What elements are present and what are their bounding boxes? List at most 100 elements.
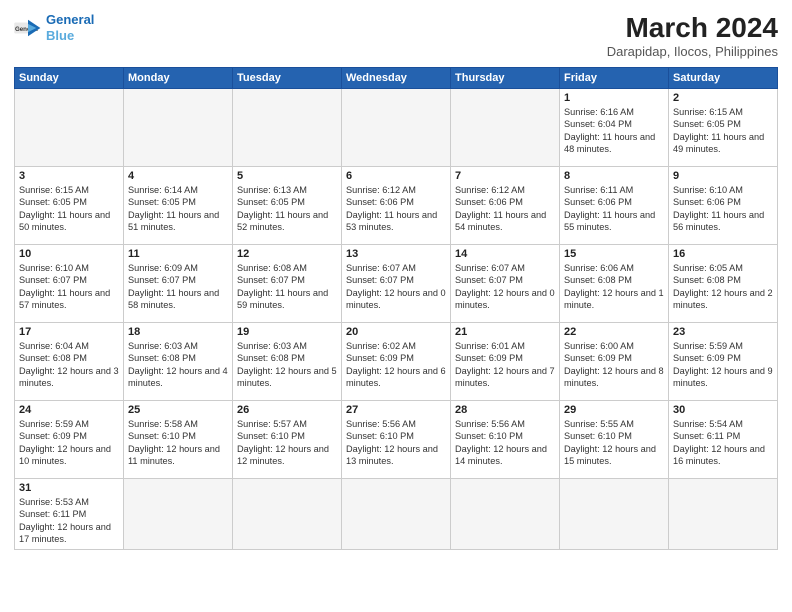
day-info: Sunrise: 5:55 AMSunset: 6:10 PMDaylight:…	[564, 418, 664, 468]
calendar-cell	[233, 479, 342, 550]
day-info: Sunrise: 6:05 AMSunset: 6:08 PMDaylight:…	[673, 262, 773, 312]
calendar-cell: 23 Sunrise: 5:59 AMSunset: 6:09 PMDayligh…	[669, 323, 778, 401]
day-number: 26	[237, 404, 337, 416]
calendar-cell: 22Sunrise: 6:00 AMSunset: 6:09 PMDayligh…	[560, 323, 669, 401]
day-info: Sunrise: 6:10 AMSunset: 6:06 PMDaylight:…	[673, 184, 773, 234]
day-number: 17	[19, 326, 119, 338]
calendar-cell: 3 Sunrise: 6:15 AMSunset: 6:05 PMDaylight…	[15, 167, 124, 245]
day-info: Sunrise: 5:53 AMSunset: 6:11 PMDaylight:…	[19, 496, 119, 546]
weekday-header-row: SundayMondayTuesdayWednesdayThursdayFrid…	[15, 68, 778, 89]
day-info: Sunrise: 6:03 AMSunset: 6:08 PMDaylight:…	[237, 340, 337, 390]
calendar-cell: 25 Sunrise: 5:58 AMSunset: 6:10 PMDayligh…	[124, 401, 233, 479]
day-info: Sunrise: 6:09 AMSunset: 6:07 PMDaylight:…	[128, 262, 228, 312]
weekday-header-sunday: Sunday	[15, 68, 124, 89]
calendar-cell: 1Sunrise: 6:16 AMSunset: 6:04 PMDaylight…	[560, 89, 669, 167]
calendar-cell: 6 Sunrise: 6:12 AMSunset: 6:06 PMDaylight…	[342, 167, 451, 245]
day-number: 28	[455, 404, 555, 416]
calendar-cell: 28 Sunrise: 5:56 AMSunset: 6:10 PMDayligh…	[451, 401, 560, 479]
logo: General GeneralBlue	[14, 12, 94, 43]
day-info: Sunrise: 6:13 AMSunset: 6:05 PMDaylight:…	[237, 184, 337, 234]
day-number: 23	[673, 326, 773, 338]
day-info: Sunrise: 6:14 AMSunset: 6:05 PMDaylight:…	[128, 184, 228, 234]
day-info: Sunrise: 6:04 AMSunset: 6:08 PMDaylight:…	[19, 340, 119, 390]
logo-text: GeneralBlue	[46, 12, 94, 43]
calendar-cell	[669, 479, 778, 550]
day-number: 19	[237, 326, 337, 338]
week-row-4: 24Sunrise: 5:59 AMSunset: 6:09 PMDayligh…	[15, 401, 778, 479]
calendar-cell: 29 Sunrise: 5:55 AMSunset: 6:10 PMDayligh…	[560, 401, 669, 479]
day-info: Sunrise: 6:11 AMSunset: 6:06 PMDaylight:…	[564, 184, 664, 234]
calendar-cell: 11Sunrise: 6:09 AMSunset: 6:07 PMDayligh…	[124, 245, 233, 323]
day-info: Sunrise: 6:01 AMSunset: 6:09 PMDaylight:…	[455, 340, 555, 390]
title-block: March 2024 Darapidap, Ilocos, Philippine…	[607, 12, 778, 59]
weekday-header-wednesday: Wednesday	[342, 68, 451, 89]
day-number: 3	[19, 170, 119, 182]
day-info: Sunrise: 5:54 AMSunset: 6:11 PMDaylight:…	[673, 418, 773, 468]
calendar-cell: 13 Sunrise: 6:07 AMSunset: 6:07 PMDayligh…	[342, 245, 451, 323]
calendar-cell: 18 Sunrise: 6:03 AMSunset: 6:08 PMDayligh…	[124, 323, 233, 401]
location: Darapidap, Ilocos, Philippines	[607, 44, 778, 59]
day-info: Sunrise: 6:10 AMSunset: 6:07 PMDaylight:…	[19, 262, 119, 312]
day-number: 9	[673, 170, 773, 182]
weekday-header-thursday: Thursday	[451, 68, 560, 89]
calendar-cell	[124, 479, 233, 550]
calendar-cell: 31 Sunrise: 5:53 AMSunset: 6:11 PMDayligh…	[15, 479, 124, 550]
calendar-cell: 4 Sunrise: 6:14 AMSunset: 6:05 PMDaylight…	[124, 167, 233, 245]
weekday-header-saturday: Saturday	[669, 68, 778, 89]
day-number: 29	[564, 404, 664, 416]
calendar-cell: 9 Sunrise: 6:10 AMSunset: 6:06 PMDaylight…	[669, 167, 778, 245]
day-info: Sunrise: 6:03 AMSunset: 6:08 PMDaylight:…	[128, 340, 228, 390]
day-number: 12	[237, 248, 337, 260]
calendar-cell	[451, 479, 560, 550]
day-number: 6	[346, 170, 446, 182]
day-number: 8	[564, 170, 664, 182]
day-number: 18	[128, 326, 228, 338]
day-number: 16	[673, 248, 773, 260]
day-info: Sunrise: 6:07 AMSunset: 6:07 PMDaylight:…	[455, 262, 555, 312]
month-year: March 2024	[607, 12, 778, 44]
calendar-cell: 20 Sunrise: 6:02 AMSunset: 6:09 PMDayligh…	[342, 323, 451, 401]
calendar-cell	[124, 89, 233, 167]
day-number: 31	[19, 482, 119, 494]
day-info: Sunrise: 5:58 AMSunset: 6:10 PMDaylight:…	[128, 418, 228, 468]
day-number: 25	[128, 404, 228, 416]
week-row-5: 31 Sunrise: 5:53 AMSunset: 6:11 PMDayligh…	[15, 479, 778, 550]
week-row-2: 10 Sunrise: 6:10 AMSunset: 6:07 PMDayligh…	[15, 245, 778, 323]
calendar-cell	[342, 89, 451, 167]
calendar-cell: 16 Sunrise: 6:05 AMSunset: 6:08 PMDayligh…	[669, 245, 778, 323]
weekday-header-friday: Friday	[560, 68, 669, 89]
day-info: Sunrise: 5:59 AMSunset: 6:09 PMDaylight:…	[19, 418, 119, 468]
day-info: Sunrise: 6:06 AMSunset: 6:08 PMDaylight:…	[564, 262, 664, 312]
calendar-cell	[15, 89, 124, 167]
day-info: Sunrise: 5:59 AMSunset: 6:09 PMDaylight:…	[673, 340, 773, 390]
day-info: Sunrise: 6:08 AMSunset: 6:07 PMDaylight:…	[237, 262, 337, 312]
calendar-cell: 8 Sunrise: 6:11 AMSunset: 6:06 PMDaylight…	[560, 167, 669, 245]
day-info: Sunrise: 5:56 AMSunset: 6:10 PMDaylight:…	[455, 418, 555, 468]
day-number: 13	[346, 248, 446, 260]
day-number: 10	[19, 248, 119, 260]
calendar-cell	[233, 89, 342, 167]
calendar-cell: 7Sunrise: 6:12 AMSunset: 6:06 PMDaylight…	[451, 167, 560, 245]
week-row-3: 17 Sunrise: 6:04 AMSunset: 6:08 PMDayligh…	[15, 323, 778, 401]
day-info: Sunrise: 6:02 AMSunset: 6:09 PMDaylight:…	[346, 340, 446, 390]
calendar-cell: 24Sunrise: 5:59 AMSunset: 6:09 PMDayligh…	[15, 401, 124, 479]
day-info: Sunrise: 6:12 AMSunset: 6:06 PMDaylight:…	[346, 184, 446, 234]
day-info: Sunrise: 6:15 AMSunset: 6:05 PMDaylight:…	[19, 184, 119, 234]
day-info: Sunrise: 6:07 AMSunset: 6:07 PMDaylight:…	[346, 262, 446, 312]
weekday-header-monday: Monday	[124, 68, 233, 89]
day-number: 5	[237, 170, 337, 182]
day-number: 20	[346, 326, 446, 338]
day-number: 2	[673, 92, 773, 104]
calendar-cell: 15Sunrise: 6:06 AMSunset: 6:08 PMDayligh…	[560, 245, 669, 323]
weekday-header-tuesday: Tuesday	[233, 68, 342, 89]
week-row-1: 3 Sunrise: 6:15 AMSunset: 6:05 PMDaylight…	[15, 167, 778, 245]
day-number: 14	[455, 248, 555, 260]
calendar-cell: 10 Sunrise: 6:10 AMSunset: 6:07 PMDayligh…	[15, 245, 124, 323]
day-info: Sunrise: 5:56 AMSunset: 6:10 PMDaylight:…	[346, 418, 446, 468]
day-number: 27	[346, 404, 446, 416]
day-number: 4	[128, 170, 228, 182]
week-row-0: 1Sunrise: 6:16 AMSunset: 6:04 PMDaylight…	[15, 89, 778, 167]
day-number: 30	[673, 404, 773, 416]
calendar-cell	[451, 89, 560, 167]
calendar-cell: 21Sunrise: 6:01 AMSunset: 6:09 PMDayligh…	[451, 323, 560, 401]
